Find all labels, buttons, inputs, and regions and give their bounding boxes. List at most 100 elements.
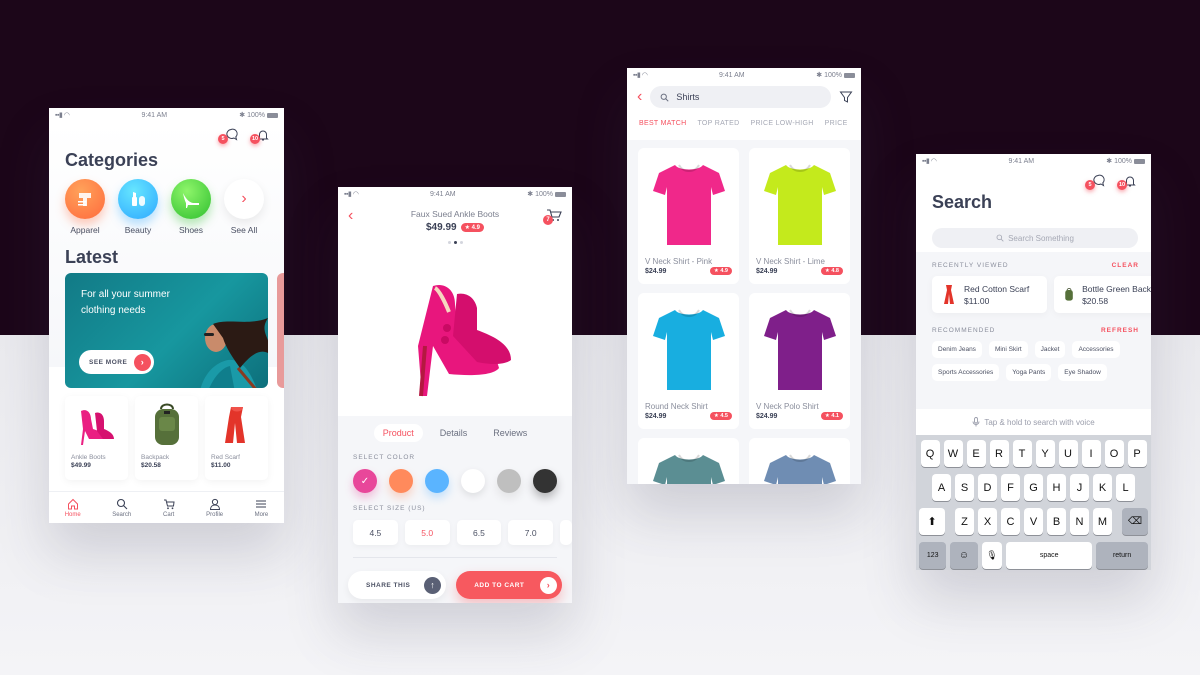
space-key[interactable]: space [1006, 542, 1093, 569]
recent-item[interactable]: Bottle Green Backpack$20.58 [1054, 276, 1151, 313]
key-m[interactable]: M [1093, 508, 1112, 535]
key-l[interactable]: L [1116, 474, 1135, 501]
sort-tabs: BEST MATCH TOP RATED PRICE LOW-HIGH PRIC… [627, 108, 861, 127]
product-card[interactable] [749, 438, 850, 484]
tab-product[interactable]: Product [373, 424, 423, 442]
key-p[interactable]: P [1127, 440, 1147, 467]
key-i[interactable]: I [1081, 440, 1101, 467]
color-swatch[interactable] [461, 469, 485, 493]
sort-price-high-low[interactable]: PRICE [825, 120, 848, 127]
key-q[interactable]: Q [920, 440, 940, 467]
size-option[interactable]: 5.0 [404, 520, 450, 545]
key-o[interactable]: O [1104, 440, 1124, 467]
product-card[interactable]: V Neck Shirt - Lime $24.99 ★ 4.8 [749, 148, 850, 284]
key-a[interactable]: A [932, 474, 951, 501]
back-button[interactable]: ‹ [637, 88, 642, 106]
category-label: Apparel [70, 225, 100, 235]
tab-cart[interactable]: Cart [163, 498, 175, 518]
return-key[interactable]: return [1096, 542, 1148, 569]
notifications-button[interactable]: 10 [250, 128, 270, 144]
key-s[interactable]: S [955, 474, 974, 501]
key-h[interactable]: H [1047, 474, 1066, 501]
image-pager[interactable] [338, 241, 572, 244]
tab-reviews[interactable]: Reviews [484, 424, 536, 442]
product-card[interactable]: Round Neck Shirt $24.99 ★ 4.5 [638, 293, 739, 429]
size-option[interactable]: 4.5 [353, 520, 398, 545]
sort-best-match[interactable]: BEST MATCH [639, 120, 686, 127]
notifications-button[interactable]: 10 [1117, 174, 1137, 190]
tab-more[interactable]: More [255, 498, 268, 518]
pager-dot-active[interactable] [453, 241, 457, 244]
key-y[interactable]: Y [1035, 440, 1055, 467]
tab-details[interactable]: Details [431, 424, 477, 442]
key-c[interactable]: C [1001, 508, 1020, 535]
numbers-key[interactable]: 123 [919, 542, 947, 569]
category-apparel[interactable]: Apparel [65, 179, 105, 235]
size-option-peek[interactable] [560, 520, 572, 545]
size-option[interactable]: 6.5 [456, 520, 502, 545]
messages-button[interactable]: 5 [218, 128, 238, 144]
clear-button[interactable]: CLEAR [1112, 262, 1139, 269]
key-z[interactable]: Z [955, 508, 974, 535]
product-card[interactable]: V Neck Polo Shirt $24.99 ★ 4.1 [749, 293, 850, 429]
tab-search[interactable]: Search [112, 498, 131, 518]
key-w[interactable]: W [943, 440, 963, 467]
key-f[interactable]: F [1001, 474, 1020, 501]
see-more-button[interactable]: SEE MORE › [79, 350, 154, 374]
color-swatch[interactable] [425, 469, 449, 493]
recommended-chip[interactable]: Denim Jeans [932, 341, 982, 358]
emoji-key[interactable]: ☺ [950, 542, 978, 569]
category-see-all[interactable]: › See All [224, 179, 264, 235]
sort-top-rated[interactable]: TOP RATED [697, 120, 739, 127]
recommended-chip[interactable]: Yoga Pants [1006, 364, 1052, 381]
color-swatch[interactable] [497, 469, 521, 493]
category-beauty[interactable]: Beauty [118, 179, 158, 235]
next-banner-peek[interactable] [277, 273, 284, 388]
key-u[interactable]: U [1058, 440, 1078, 467]
category-shoes[interactable]: Shoes [171, 179, 211, 235]
key-x[interactable]: X [978, 508, 997, 535]
sort-price-low-high[interactable]: PRICE LOW-HIGH [750, 120, 813, 127]
refresh-button[interactable]: REFRESH [1101, 327, 1139, 334]
key-g[interactable]: G [1024, 474, 1043, 501]
shift-key[interactable]: ⬆ [919, 508, 945, 535]
size-option[interactable]: 7.0 [508, 520, 554, 545]
recent-item[interactable]: Red Cotton Scarf $11.00 [932, 276, 1047, 313]
key-r[interactable]: R [989, 440, 1009, 467]
key-j[interactable]: J [1070, 474, 1089, 501]
filter-icon[interactable] [839, 90, 853, 104]
recommended-chip[interactable]: Jacket [1034, 341, 1066, 358]
key-d[interactable]: D [978, 474, 997, 501]
color-swatch[interactable] [533, 469, 557, 493]
product-card[interactable] [638, 438, 739, 484]
color-swatch[interactable]: ✓ [353, 469, 377, 493]
product-card[interactable]: V Neck Shirt - Pink $24.99 ★ 4.9 [638, 148, 739, 284]
dictation-key[interactable]: 🎙 [981, 542, 1003, 569]
key-n[interactable]: N [1070, 508, 1089, 535]
promo-banner[interactable]: For all your summer clothing needs SEE M… [65, 273, 268, 388]
key-t[interactable]: T [1012, 440, 1032, 467]
pager-dot[interactable] [459, 241, 463, 244]
voice-search-hint[interactable]: Tap & hold to search with voice [916, 409, 1151, 435]
key-e[interactable]: E [966, 440, 986, 467]
delete-key[interactable]: ⌫ [1122, 508, 1148, 535]
key-k[interactable]: K [1093, 474, 1112, 501]
latest-item[interactable]: Ankle Boots $49.99 [65, 396, 128, 480]
add-to-cart-button[interactable]: ADD TO CART › [456, 571, 562, 599]
search-input[interactable]: Shirts [650, 86, 831, 108]
latest-item[interactable]: Backpack $20.58 [135, 396, 198, 480]
search-input[interactable]: Search Something [932, 228, 1138, 248]
messages-button[interactable]: 5 [1085, 174, 1105, 190]
key-v[interactable]: V [1024, 508, 1043, 535]
latest-item[interactable]: Red Scarf $11.00 [205, 396, 268, 480]
key-b[interactable]: B [1047, 508, 1066, 535]
recommended-chip[interactable]: Mini Skirt [988, 341, 1028, 358]
recommended-chip[interactable]: Sports Accessories [932, 364, 1000, 381]
tab-home[interactable]: Home [65, 498, 81, 518]
recommended-chip[interactable]: Accessories [1072, 341, 1120, 358]
share-button[interactable]: SHARE THIS ↑ [348, 571, 447, 599]
pager-dot[interactable] [447, 241, 451, 244]
recommended-chip[interactable]: Eye Shadow [1058, 364, 1107, 381]
color-swatch[interactable] [389, 469, 413, 493]
tab-profile[interactable]: Profile [206, 498, 223, 518]
